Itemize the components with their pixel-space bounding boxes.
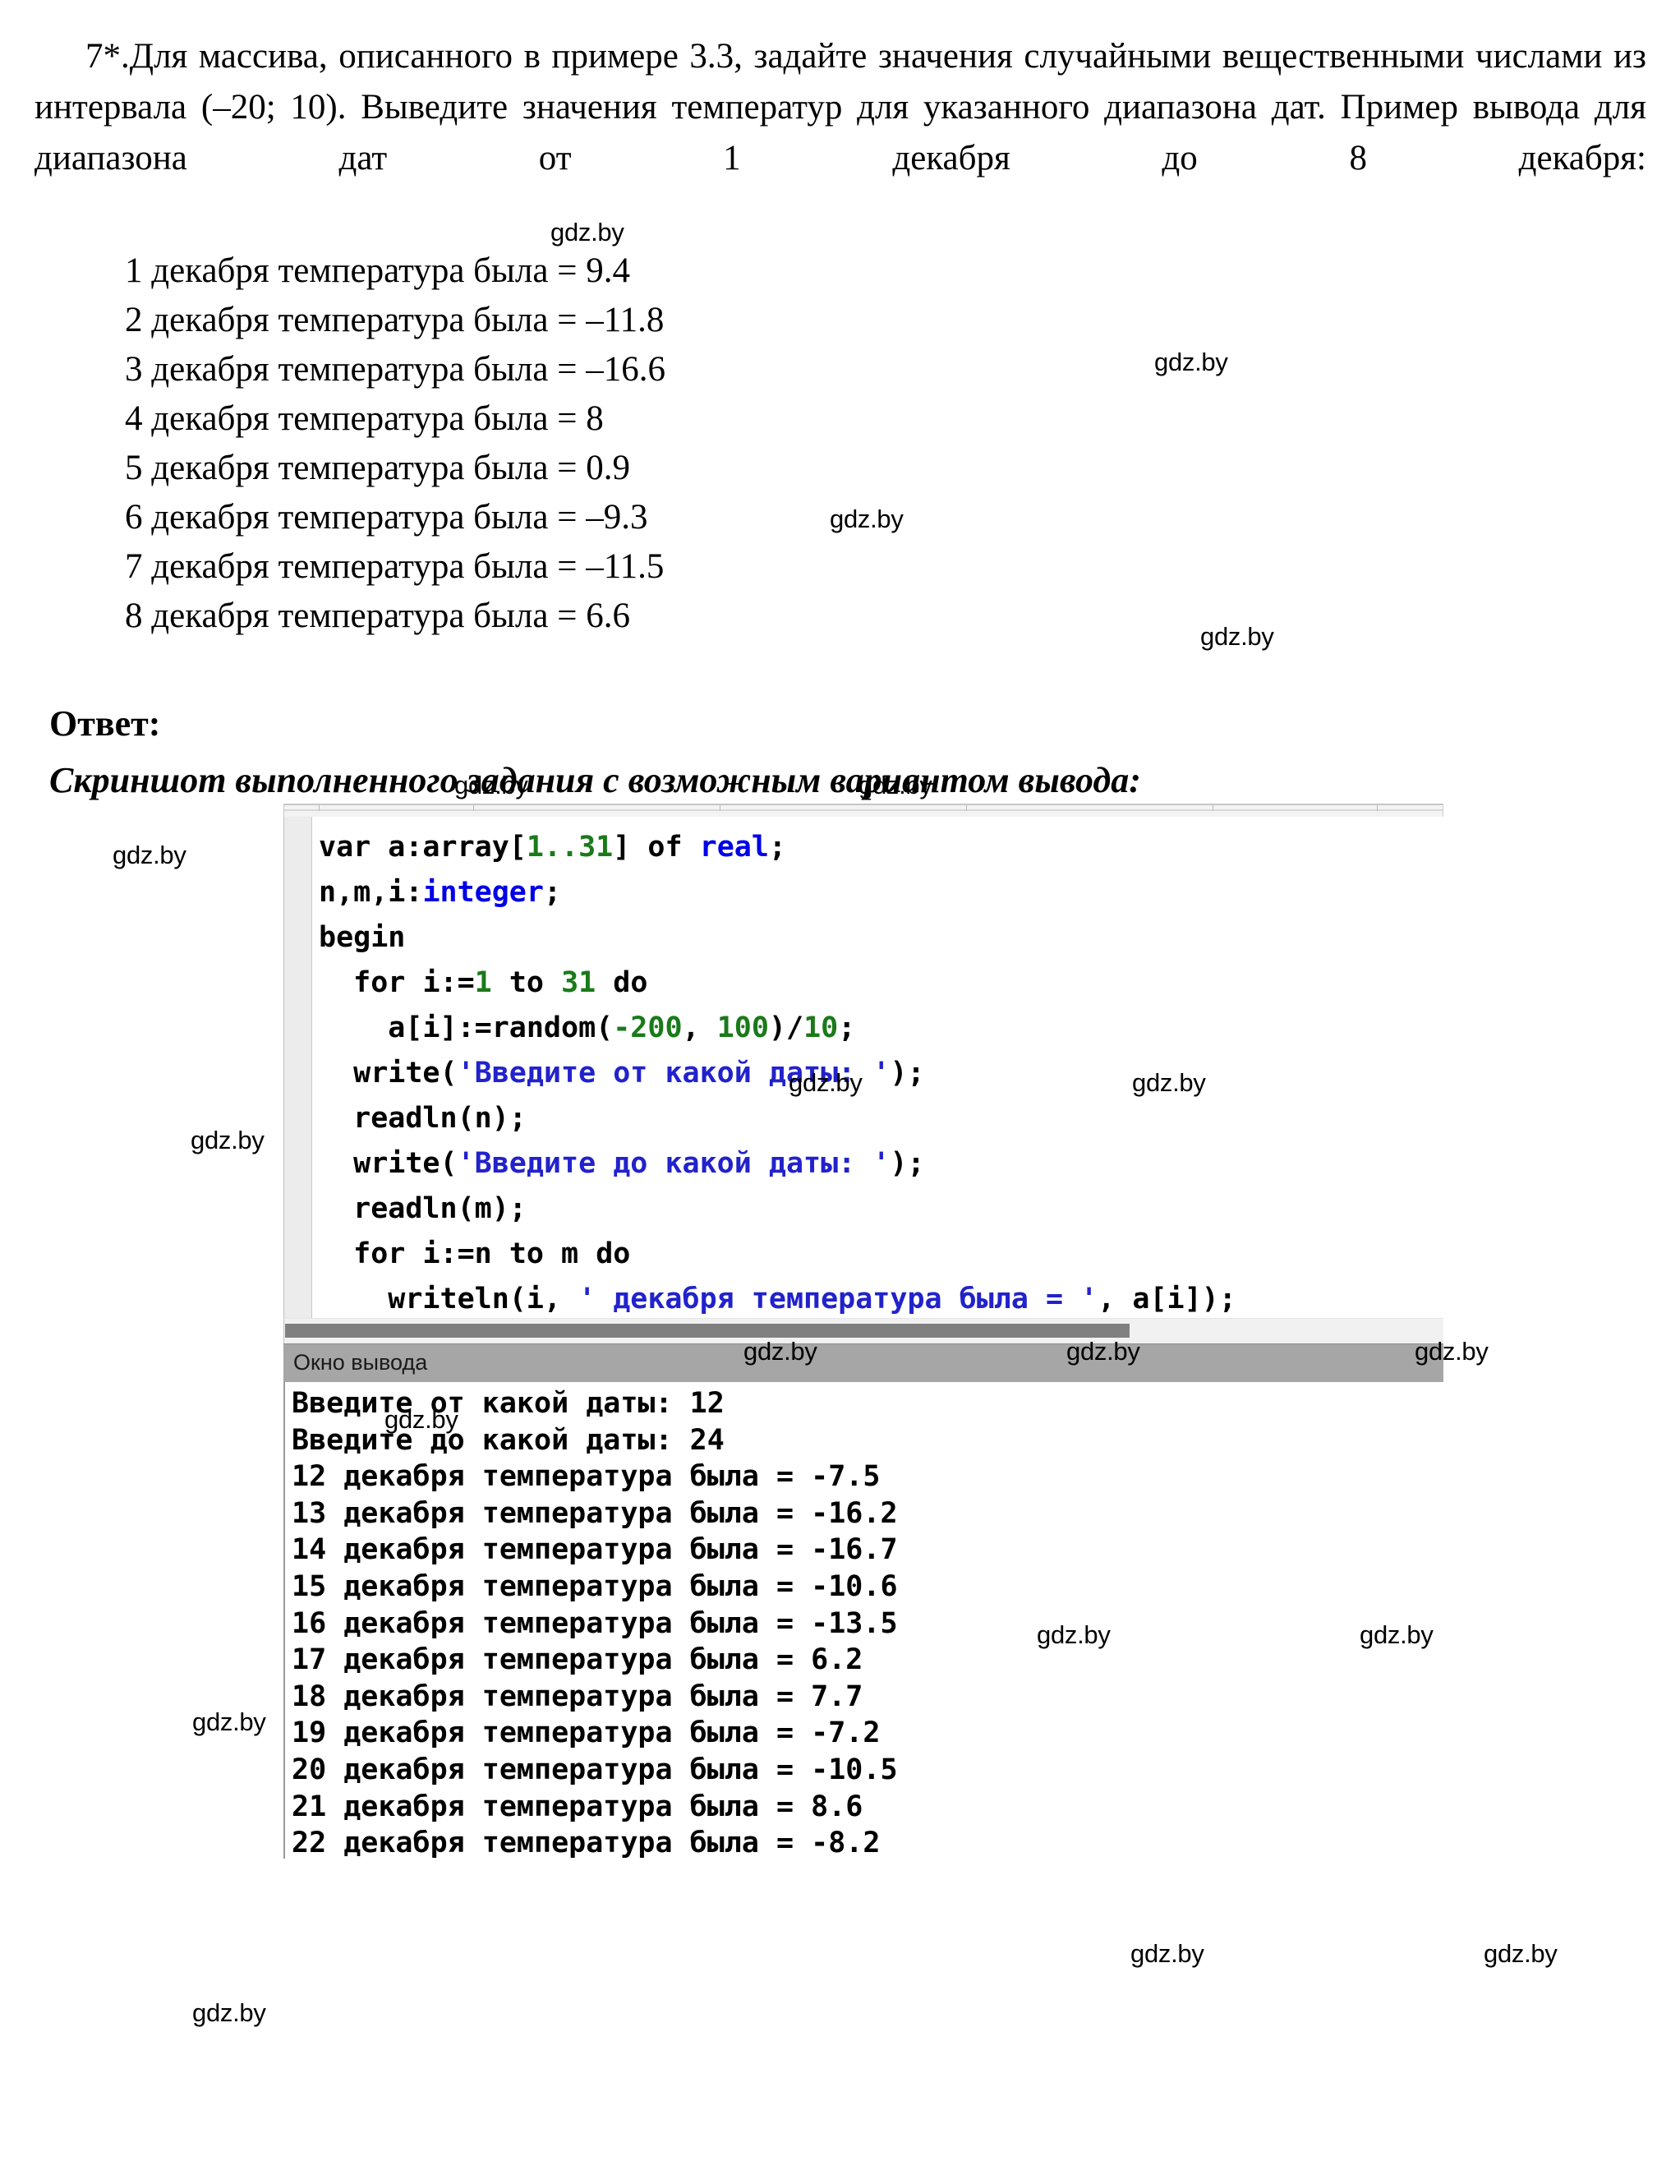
task-statement: 7*.Для массива, описанного в примере 3.3… (35, 31, 1646, 235)
list-item: 5 декабря температура была = 0.9 (125, 449, 630, 487)
code-token-kw: do (596, 1237, 631, 1270)
list-item: 7 декабря температура была = –11.5 (125, 547, 665, 586)
output-window[interactable]: Введите от какой даты: 12 Введите до как… (283, 1382, 1443, 1859)
code-token-pln: )/ (768, 1011, 804, 1044)
code-token-pln: ); (890, 1057, 925, 1090)
code-token-str: ' декабря температура была = ' (578, 1283, 1098, 1315)
code-token-str: 'Введите от какой даты: ' (457, 1057, 891, 1090)
task-statement-text: 7*.Для массива, описанного в примере 3.3… (35, 37, 1646, 177)
code-token-kw: to (509, 1237, 544, 1270)
list-item: 6 декабря температура была = –9.3 (125, 498, 648, 537)
watermark: gdz.by (113, 841, 186, 869)
output-window-title: Окно вывода (293, 1350, 428, 1375)
output-window-titlebar: Окно вывода (283, 1343, 1443, 1382)
code-token-num: 100 (716, 1011, 769, 1044)
code-token-pln: , a[i]); (1098, 1283, 1236, 1315)
code-token-typ: integer (422, 876, 544, 909)
list-item: 1 декабря температура была = 9.4 (125, 251, 630, 290)
code-token-num: 1..31 (526, 831, 614, 864)
editor-ruler-bar (283, 804, 1443, 817)
code-token-kw: to (509, 966, 544, 999)
watermark: gdz.by (1154, 348, 1228, 376)
ide-screenshot: var a:array[1..31] of real; n,m,i:intege… (283, 804, 1443, 1859)
editor-horizontal-scrollbar[interactable] (283, 1318, 1443, 1343)
code-token-pln (544, 966, 561, 999)
code-token-pln: ] (613, 831, 648, 864)
code-token-pln: i:=n (405, 1237, 509, 1270)
code-token-pln: i:= (405, 966, 475, 999)
scrollbar-thumb[interactable] (285, 1324, 1130, 1338)
code-token-kw: of (647, 831, 683, 864)
code-token-num: 1 (474, 966, 492, 999)
ruler-line (284, 809, 1443, 811)
code-token-pln (492, 966, 509, 999)
program-output-text: Введите от какой даты: 12 Введите до как… (292, 1387, 898, 1859)
watermark: gdz.by (192, 1998, 266, 2027)
watermark: gdz.by (191, 1126, 265, 1154)
code-token-str: 'Введите до какой даты: ' (457, 1147, 891, 1180)
watermark: gdz.by (1200, 622, 1274, 651)
code-token-pln: write( (319, 1147, 458, 1180)
code-token-pln: ; (543, 876, 562, 909)
code-token-pln: ); (890, 1147, 925, 1180)
code-token-pln: ; (838, 1011, 856, 1044)
code-token-pln (319, 1237, 353, 1270)
watermark: gdz.by (1484, 1939, 1558, 1968)
code-token-pln: write( (319, 1057, 458, 1090)
code-token-pln: ; (768, 831, 786, 864)
code-token-num: 31 (561, 966, 596, 999)
code-token-pln (319, 966, 353, 999)
screenshot-caption: Скриншот выполненного задания с возможны… (49, 760, 1141, 800)
code-token-pln: writeln(i, (319, 1283, 579, 1315)
watermark: gdz.by (1130, 1939, 1204, 1968)
list-item: 8 декабря температура была = 6.6 (125, 597, 630, 635)
code-token-kw: for (353, 966, 406, 999)
watermark: gdz.by (830, 505, 904, 533)
ruler-tick (1377, 805, 1378, 811)
code-token-kw: do (613, 966, 648, 999)
code-token-pln: , (682, 1011, 717, 1044)
code-token-pln: var a:array[ (319, 831, 527, 864)
code-token-pln: n,m,i: (319, 876, 423, 909)
code-token-pln (683, 831, 700, 864)
ruler-tick (319, 805, 320, 811)
code-editor[interactable]: var a:array[1..31] of real; n,m,i:intege… (283, 817, 1443, 1318)
code-token-num: 10 (803, 1011, 839, 1044)
ruler-tick (966, 805, 967, 811)
list-item: 4 декабря температура была = 8 (125, 399, 604, 438)
list-item: 3 декабря температура была = –16.6 (125, 350, 665, 389)
ruler-tick (473, 805, 474, 811)
code-token-typ: real (699, 831, 769, 864)
list-item: 2 декабря температура была = –11.8 (125, 301, 665, 339)
code-token-num: -200 (613, 1011, 683, 1044)
sample-output-list: 1 декабря температура была = 9.4 2 декаб… (125, 247, 665, 641)
code-token-pln: a[i]:=random( (319, 1011, 614, 1044)
code-token-pln: m (543, 1237, 596, 1270)
editor-gutter (284, 817, 312, 1318)
code-token-kw: begin (319, 921, 406, 954)
watermark: gdz.by (192, 1707, 266, 1736)
code-token-kw: for (353, 1237, 406, 1270)
code-token-pln: readln(n); (319, 1102, 527, 1135)
code-token-pln (596, 966, 613, 999)
answer-label: Ответ: (49, 703, 161, 744)
code-token-pln: readln(m); (319, 1192, 527, 1225)
pascal-source-code[interactable]: var a:array[1..31] of real; n,m,i:intege… (319, 825, 1236, 1318)
